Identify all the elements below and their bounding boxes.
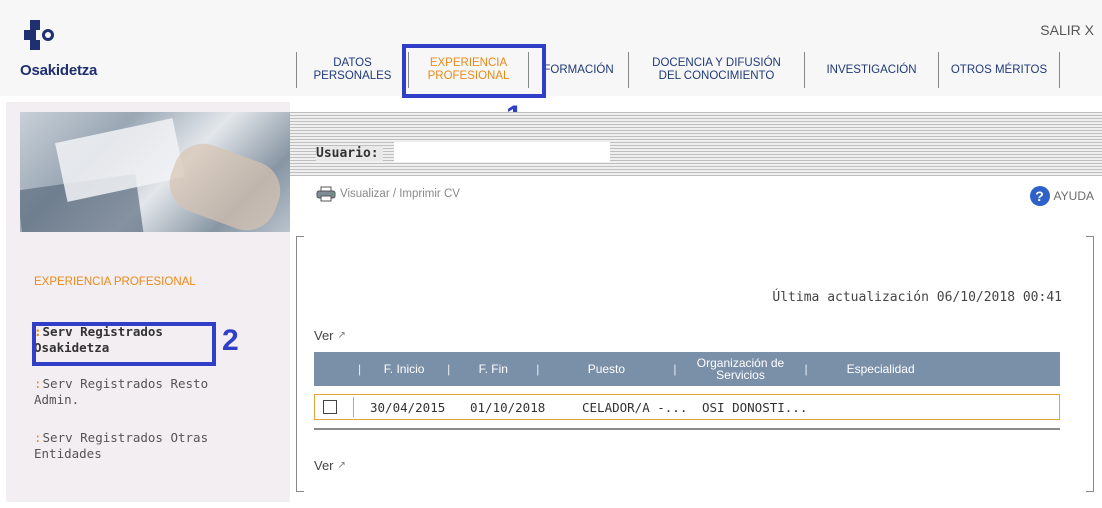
osakidetza-logo[interactable]: Osakidetza bbox=[16, 16, 136, 86]
app-header: Osakidetza SALIR X DATOS PERSONALES EXPE… bbox=[0, 0, 1102, 96]
nav-datos-personales[interactable]: DATOS PERSONALES bbox=[296, 52, 408, 88]
external-link-icon: ↗ bbox=[337, 330, 346, 341]
annotation-box-1 bbox=[402, 44, 546, 98]
usuario-field[interactable] bbox=[394, 142, 610, 162]
experience-table: | F. Inicio | F. Fin | Puesto | Organiza… bbox=[314, 352, 1060, 420]
col-header-inicio[interactable]: F. Inicio bbox=[369, 363, 439, 375]
nav-investigacion[interactable]: INVESTIGACIÓN bbox=[804, 52, 938, 88]
bullet-icon: : bbox=[34, 376, 42, 391]
table-row[interactable]: 30/04/2015 01/10/2018 CELADOR/A -... OSI… bbox=[314, 394, 1060, 420]
sidebar-item-resto-admin[interactable]: :Serv Registrados Resto Admin. bbox=[34, 376, 234, 408]
print-cv-link[interactable]: Visualizar / Imprimir CV bbox=[316, 186, 460, 202]
frame-corner bbox=[1086, 484, 1094, 492]
table-bottom-line bbox=[314, 428, 1060, 430]
salir-link[interactable]: SALIR X bbox=[1040, 22, 1094, 38]
external-link-icon: ↗ bbox=[337, 460, 346, 471]
frame-corner bbox=[296, 484, 304, 492]
help-icon: ? bbox=[1029, 186, 1050, 206]
col-header-puesto[interactable]: Puesto bbox=[547, 363, 665, 375]
col-header-especialidad[interactable]: Especialidad bbox=[816, 363, 946, 375]
sidebar-item-label: Serv Registrados Resto Admin. bbox=[34, 376, 209, 407]
annotation-number-2: 2 bbox=[222, 324, 239, 357]
cell-puesto: CELADOR/A -... bbox=[582, 399, 688, 415]
frame-corner bbox=[1086, 236, 1094, 244]
cell-fin: 01/10/2018 bbox=[470, 399, 546, 415]
print-cv-label: Visualizar / Imprimir CV bbox=[340, 188, 460, 200]
bullet-icon: : bbox=[34, 430, 42, 445]
cell-organizacion: OSI DONOSTI... bbox=[702, 399, 808, 415]
nav-otros-meritos[interactable]: OTROS MÉRITOS bbox=[938, 52, 1060, 88]
frame-line-left bbox=[296, 236, 297, 492]
nav-docencia-difusion[interactable]: DOCENCIA Y DIFUSIÓN DEL CONOCIMIENTO bbox=[628, 52, 804, 88]
printer-icon bbox=[316, 186, 336, 202]
table-header: | F. Inicio | F. Fin | Puesto | Organiza… bbox=[314, 352, 1060, 386]
ver-label: Ver bbox=[314, 458, 334, 473]
ver-label: Ver bbox=[314, 328, 334, 343]
osakidetza-logo-icon bbox=[24, 20, 54, 50]
last-update-text: Última actualización 06/10/2018 00:41 bbox=[772, 290, 1062, 305]
usuario-label: Usuario: bbox=[316, 146, 383, 161]
ver-link-bottom[interactable]: Ver ↗ bbox=[314, 458, 346, 473]
annotation-box-2 bbox=[32, 322, 216, 366]
header-photo bbox=[20, 112, 290, 232]
ayuda-label: AYUDA bbox=[1053, 189, 1094, 203]
row-checkbox[interactable] bbox=[323, 400, 337, 414]
frame-corner bbox=[296, 236, 304, 244]
col-header-organizacion[interactable]: Organización de Servicios bbox=[685, 357, 797, 381]
sidebar-title: EXPERIENCIA PROFESIONAL bbox=[34, 276, 196, 288]
ayuda-link[interactable]: ? AYUDA bbox=[1029, 186, 1094, 206]
frame-line-right bbox=[1093, 236, 1094, 492]
sidebar-item-label: Serv Registrados Otras Entidades bbox=[34, 430, 209, 461]
ver-link-top[interactable]: Ver ↗ bbox=[314, 328, 346, 343]
logo-text: Osakidetza bbox=[20, 62, 98, 79]
sidebar-item-otras-entidades[interactable]: :Serv Registrados Otras Entidades bbox=[34, 430, 234, 462]
col-header-fin[interactable]: F. Fin bbox=[458, 363, 528, 375]
cell-inicio: 30/04/2015 bbox=[370, 399, 446, 415]
